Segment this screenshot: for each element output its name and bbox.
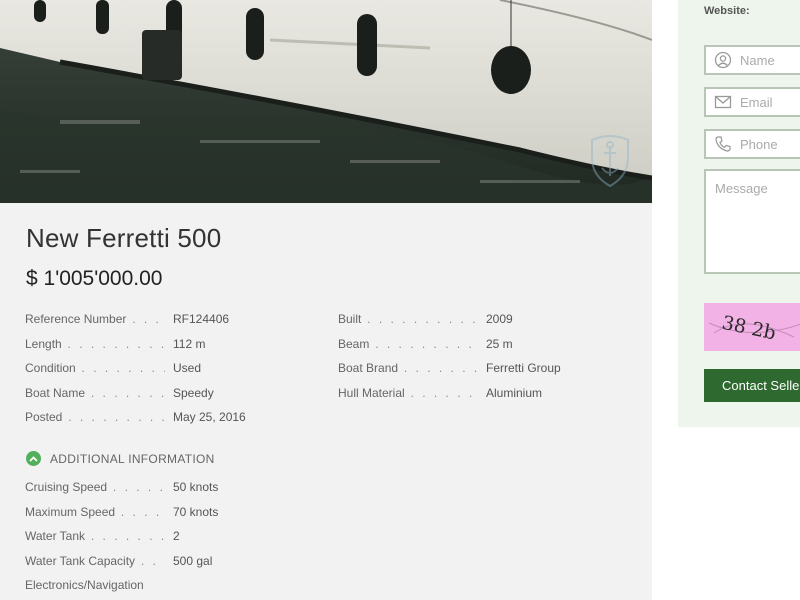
spec-row: Maximum Speed . . . . . . 70 knots bbox=[25, 504, 219, 519]
spec-value: Ferretti Group bbox=[486, 361, 561, 375]
website-label: Website: bbox=[704, 5, 750, 17]
spec-row: Boat Brand . . . . . . . . . . Ferretti … bbox=[338, 361, 561, 375]
spec-row: Hull Material . . . . . . . . . . Alumin… bbox=[338, 385, 543, 400]
specs-left-column: Reference Number . . . . . RF124406 Leng… bbox=[25, 312, 325, 435]
spec-label: Built bbox=[338, 312, 362, 326]
captcha-image: 38 2b bbox=[704, 303, 800, 351]
additional-info-toggle[interactable]: ADDITIONAL INFORMATION bbox=[26, 451, 215, 466]
listing-main: New Ferretti 500 $ 1'005'000.00 Referenc… bbox=[0, 0, 652, 600]
envelope-icon bbox=[714, 93, 732, 111]
captcha-text: 38 2b bbox=[720, 312, 778, 345]
spec-row: Cruising Speed . . . . . . . . 50 knots bbox=[25, 480, 219, 494]
spec-label: Hull Material bbox=[338, 385, 405, 400]
contact-sidebar: Website: Name Email Phone Message 38 2b … bbox=[678, 0, 800, 427]
contact-seller-button[interactable]: Contact Seller bbox=[704, 369, 800, 402]
specs-right-column: Built . . . . . . . . . . . . . . . . 20… bbox=[338, 312, 638, 410]
spec-row: Condition . . . . . . . . . . . Used bbox=[25, 361, 202, 375]
user-icon bbox=[714, 51, 732, 69]
spec-label: Water Tank Capacity bbox=[25, 553, 136, 568]
listing-title: New Ferretti 500 bbox=[26, 223, 222, 253]
spec-label: Water Tank bbox=[25, 529, 86, 543]
spec-label: Reference Number bbox=[25, 312, 127, 326]
additional-info-heading: ADDITIONAL INFORMATION bbox=[50, 451, 215, 466]
listing-price: $ 1'005'000.00 bbox=[26, 267, 163, 290]
spec-value: 25 m bbox=[486, 336, 513, 351]
spec-value: 2 bbox=[173, 529, 180, 543]
additional-specs: Cruising Speed . . . . . . . . 50 knots … bbox=[25, 480, 325, 600]
spec-value: Aluminium bbox=[486, 385, 543, 400]
phone-placeholder: Phone bbox=[740, 136, 778, 152]
chevron-up-icon bbox=[26, 451, 41, 466]
spec-row: Built . . . . . . . . . . . . . . . . 20… bbox=[338, 312, 513, 326]
spec-value: 112 m bbox=[173, 336, 206, 351]
spec-value: RF124406 bbox=[173, 312, 230, 326]
spec-row: Boat Name . . . . . . . . . . Speedy bbox=[25, 385, 214, 400]
spec-value: May 25, 2016 bbox=[173, 410, 246, 424]
spec-row: Water Tank Capacity . . . . 500 gal bbox=[25, 553, 213, 568]
spec-value: Speedy bbox=[173, 385, 214, 400]
spec-value: 70 knots bbox=[173, 504, 219, 519]
spec-value: 500 gal bbox=[173, 553, 213, 568]
email-field[interactable]: Email bbox=[704, 87, 800, 117]
spec-row: Beam . . . . . . . . . . . . . . . 25 m bbox=[338, 336, 513, 351]
spec-label: Cruising Speed bbox=[25, 480, 108, 494]
boat-photo bbox=[0, 0, 652, 203]
phone-icon bbox=[714, 135, 732, 153]
spec-label: Posted bbox=[25, 410, 63, 424]
name-placeholder: Name bbox=[740, 52, 775, 68]
message-placeholder: Message bbox=[715, 181, 768, 196]
spec-label: Condition bbox=[25, 361, 76, 375]
spec-label: Boat Name bbox=[25, 385, 86, 400]
phone-field[interactable]: Phone bbox=[704, 129, 800, 159]
spec-label: Maximum Speed bbox=[25, 504, 116, 519]
spec-label: Beam bbox=[338, 336, 370, 351]
spec-row: Electronics/Navigation bbox=[25, 578, 325, 600]
spec-label: Length bbox=[25, 336, 62, 351]
spec-row: Reference Number . . . . . RF124406 bbox=[25, 312, 230, 326]
spec-value: Used bbox=[173, 361, 202, 375]
spec-row: Posted . . . . . . . . . . . . . . May 2… bbox=[25, 410, 246, 424]
name-field[interactable]: Name bbox=[704, 45, 800, 75]
email-placeholder: Email bbox=[740, 94, 773, 110]
spec-row: Length . . . . . . . . . . . . . . 112 m bbox=[25, 336, 206, 351]
message-field[interactable]: Message bbox=[704, 169, 800, 274]
spec-row: Water Tank . . . . . . . . . . . 2 bbox=[25, 529, 180, 543]
spec-label: Electronics/Navigation bbox=[25, 578, 144, 592]
spec-value: 50 knots bbox=[173, 480, 219, 494]
spec-value: 2009 bbox=[486, 312, 513, 326]
spec-label: Boat Brand bbox=[338, 361, 399, 375]
